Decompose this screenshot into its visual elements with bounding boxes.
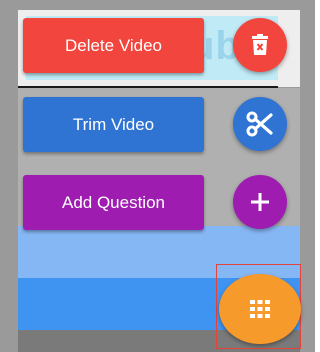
add-question-button[interactable]: Add Question bbox=[23, 175, 204, 230]
add-question-fab[interactable] bbox=[233, 175, 287, 229]
delete-video-button[interactable]: Delete Video bbox=[23, 18, 204, 73]
scissors-icon bbox=[246, 111, 274, 137]
grid-icon bbox=[250, 300, 270, 318]
trim-video-button[interactable]: Trim Video bbox=[23, 97, 204, 152]
actions-menu-fab[interactable] bbox=[219, 274, 301, 344]
plus-icon bbox=[250, 192, 270, 212]
trim-video-fab[interactable] bbox=[233, 97, 287, 151]
trash-icon bbox=[250, 34, 270, 56]
delete-video-fab[interactable] bbox=[233, 18, 287, 72]
